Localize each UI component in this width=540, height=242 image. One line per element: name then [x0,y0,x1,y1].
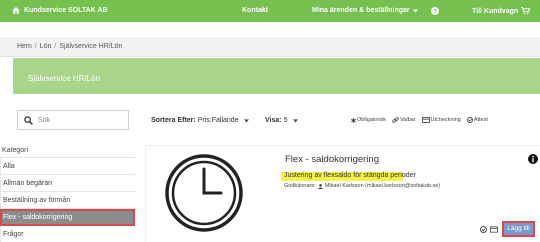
search-icon [24,116,33,125]
link-icon [392,117,399,123]
breadcrumb-lon[interactable]: Lön [40,43,52,50]
approver-info: Godkännare: Mikael Karlsson (mikael.karl… [284,183,440,189]
help-button[interactable]: ? [431,7,439,15]
add-to-cart-button[interactable]: Lägg till [502,221,535,237]
caret-down-icon [243,118,249,123]
legend-attest: Attest [466,117,488,123]
page-title: Självservice HR/Lön [28,74,101,83]
breadcrumb-current: Självservice HR/Lön [59,43,123,50]
check-circle-icon [466,117,473,123]
page-size-dropdown[interactable]: Visa: 5 [265,117,298,124]
sidebar-item-alla[interactable]: Alla [0,158,135,175]
sort-value: Pris:Fallande [197,117,239,124]
brand-link[interactable]: Kundservice SOLTAK AB [12,7,108,14]
page-banner: Självservice HR/Lön [13,58,540,94]
product-tags [480,226,498,233]
sidebar-item-label: Allmän begäran [3,180,53,187]
cart-icon [521,7,531,15]
search-box[interactable] [17,110,129,130]
nav-my-cases-label: Mina ärenden & beställningar [312,7,410,14]
info-icon[interactable] [528,154,538,164]
breadcrumb-home[interactable]: Hem [17,43,32,50]
caret-down-icon [412,8,418,13]
legend-mandatory-label: Obligatorisk [357,117,387,123]
approver-label: Godkännare: [284,183,316,189]
sidebar-item-flex-saldokorrigering[interactable]: Flex - saldokorrigering [0,209,135,226]
user-icon [317,183,323,189]
legend-attest-label: Attest [473,117,488,123]
legend-checkout: Utcheckning [421,117,461,123]
caret-down-icon [292,118,298,123]
help-icon: ? [431,7,439,15]
breadcrumb-bar: Hem / Lön / Självservice HR/Lön [0,37,540,57]
page-size-label: Visa: [265,117,282,124]
home-icon [12,7,20,14]
sidebar-header: Kategori [0,145,135,158]
approver-name: Mikael Karlsson (mikael.karlsson@soltaka… [324,183,441,189]
sidebar-item-label: Alla [3,163,15,170]
checkout-icon [421,117,430,123]
category-sidebar: Kategori Alla Allmän begäran Beställning… [0,145,135,242]
product-title[interactable]: Flex - saldokorrigering [285,154,379,165]
nav-contact-label: Kontakt [242,7,269,14]
legend-checkout-label: Utcheckning [430,117,461,123]
legend-optional: Valbar [392,117,416,123]
legend: Obligatorisk Valbar Utcheckning Attest [351,117,488,123]
search-input[interactable] [38,114,124,127]
sidebar-item-allman-begaran[interactable]: Allmän begäran [0,175,135,192]
sidebar-item-bestallning-av-forman[interactable]: Beställning av förmån [0,192,135,209]
svg-text:?: ? [433,8,437,15]
sidebar-item-label: Beställning av förmån [3,197,71,204]
nav-cart-label: Till Kundvagn [472,7,519,15]
sidebar-item-label: Frågor [3,231,24,238]
asterisk-icon [351,117,356,123]
breadcrumb-separator: / [34,43,37,50]
legend-optional-label: Valbar [400,117,416,123]
nav-cart[interactable]: Till Kundvagn [472,7,531,15]
nav-contact[interactable]: Kontakt [242,7,268,14]
product-description: Justering av flexsaldo för stängda perio… [284,172,416,179]
sort-dropdown[interactable]: Sortera Efter: Pris:Fallande [151,117,249,124]
sidebar-item-fragor[interactable]: Frågor [0,226,135,242]
checkout-icon [490,226,498,233]
breadcrumb: Hem / Lön / Självservice HR/Lön [17,43,122,50]
top-navigation-bar: Kundservice SOLTAK AB Kontakt Mina ärend… [0,0,540,22]
nav-my-cases-dropdown[interactable]: Mina ärenden & beställningar [312,7,418,14]
sort-label: Sortera Efter: [151,117,196,124]
check-circle-icon [480,226,487,233]
clock-icon [165,154,243,232]
brand-name: Kundservice SOLTAK AB [24,7,108,14]
legend-mandatory: Obligatorisk [351,117,386,123]
sidebar-item-label: Flex - saldokorrigering [3,214,73,221]
page-size-value: 5 [283,117,288,124]
breadcrumb-separator: / [54,43,57,50]
